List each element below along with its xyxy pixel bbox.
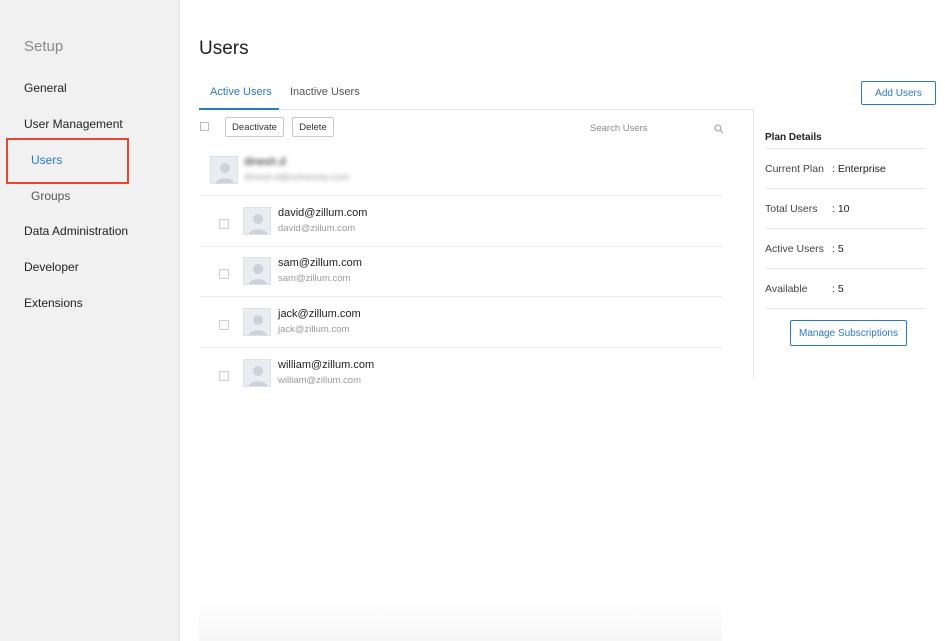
select-all-checkbox[interactable] bbox=[200, 122, 209, 131]
user-avatar-icon bbox=[243, 257, 271, 285]
user-email: david@zillum.com bbox=[278, 223, 356, 234]
search-box bbox=[590, 118, 724, 139]
user-row[interactable]: david@zillum.com david@zillum.com bbox=[199, 197, 722, 247]
plan-label-total-users: Total Users bbox=[765, 203, 818, 215]
manage-subscriptions-button[interactable]: Manage Subscriptions bbox=[790, 320, 907, 346]
user-name[interactable]: william@zillum.com bbox=[278, 359, 374, 371]
user-row-checkbox[interactable] bbox=[219, 371, 229, 381]
plan-value-available: : 5 bbox=[832, 283, 844, 295]
main-content: Users Active Users Inactive Users Add Us… bbox=[180, 0, 945, 641]
user-name[interactable]: sam@zillum.com bbox=[278, 257, 362, 269]
delete-button[interactable]: Delete bbox=[292, 117, 334, 137]
sidebar-item-groups[interactable]: Groups bbox=[31, 189, 70, 203]
user-avatar-icon bbox=[243, 308, 271, 336]
plan-label-available: Available bbox=[765, 283, 808, 295]
deactivate-button[interactable]: Deactivate bbox=[225, 117, 284, 137]
search-icon[interactable] bbox=[714, 121, 724, 139]
user-name[interactable]: dinesh.d bbox=[244, 156, 286, 168]
user-email: sam@zillum.com bbox=[278, 273, 351, 284]
active-tab-indicator bbox=[199, 108, 279, 110]
list-bottom-fade bbox=[199, 600, 722, 641]
plan-details-title: Plan Details bbox=[765, 132, 822, 143]
divider bbox=[765, 228, 925, 229]
sidebar-item-developer[interactable]: Developer bbox=[24, 260, 79, 274]
plan-label-current-plan: Current Plan bbox=[765, 163, 824, 175]
sidebar-title: Setup bbox=[24, 38, 64, 55]
plan-value-current-plan: : Enterprise bbox=[832, 163, 886, 175]
user-row[interactable]: william@zillum.com william@zillum.com bbox=[199, 349, 722, 399]
divider bbox=[765, 148, 925, 149]
user-avatar-icon bbox=[243, 207, 271, 235]
divider bbox=[765, 268, 925, 269]
sidebar-item-data-administration[interactable]: Data Administration bbox=[24, 224, 128, 238]
user-row[interactable]: dinesh.d dinesh.d@zohocorp.com bbox=[199, 146, 722, 196]
sidebar-item-user-management[interactable]: User Management bbox=[24, 117, 123, 131]
annotation-highlight-box bbox=[6, 138, 129, 184]
setup-sidebar: Setup General User Management Users Grou… bbox=[0, 0, 180, 641]
plan-value-total-users: : 10 bbox=[832, 203, 850, 215]
tab-inactive-users[interactable]: Inactive Users bbox=[290, 86, 360, 98]
plan-label-active-users: Active Users bbox=[765, 243, 824, 255]
user-email: dinesh.d@zohocorp.com bbox=[244, 172, 350, 183]
user-row-checkbox[interactable] bbox=[219, 320, 229, 330]
page-title: Users bbox=[199, 38, 249, 59]
user-avatar-icon bbox=[243, 359, 271, 387]
sidebar-item-extensions[interactable]: Extensions bbox=[24, 296, 83, 310]
user-name[interactable]: jack@zillum.com bbox=[278, 308, 361, 320]
user-email: william@zillum.com bbox=[278, 375, 362, 386]
user-row[interactable]: sam@zillum.com sam@zillum.com bbox=[199, 247, 722, 297]
user-tabs: Active Users Inactive Users bbox=[199, 82, 754, 110]
user-row-checkbox[interactable] bbox=[219, 219, 229, 229]
user-avatar-icon bbox=[210, 156, 238, 184]
divider bbox=[765, 308, 925, 309]
add-users-button[interactable]: Add Users bbox=[861, 81, 936, 105]
user-name[interactable]: david@zillum.com bbox=[278, 207, 367, 219]
search-input[interactable] bbox=[590, 119, 700, 138]
plan-details-panel: Plan Details Current Plan : Enterprise T… bbox=[753, 110, 945, 378]
user-email: jack@zillum.com bbox=[278, 324, 350, 335]
plan-value-active-users: : 5 bbox=[832, 243, 844, 255]
user-row[interactable]: jack@zillum.com jack@zillum.com bbox=[199, 298, 722, 348]
user-row-checkbox[interactable] bbox=[219, 269, 229, 279]
sidebar-item-general[interactable]: General bbox=[24, 81, 67, 95]
divider bbox=[765, 188, 925, 189]
tab-active-users[interactable]: Active Users bbox=[210, 86, 272, 98]
